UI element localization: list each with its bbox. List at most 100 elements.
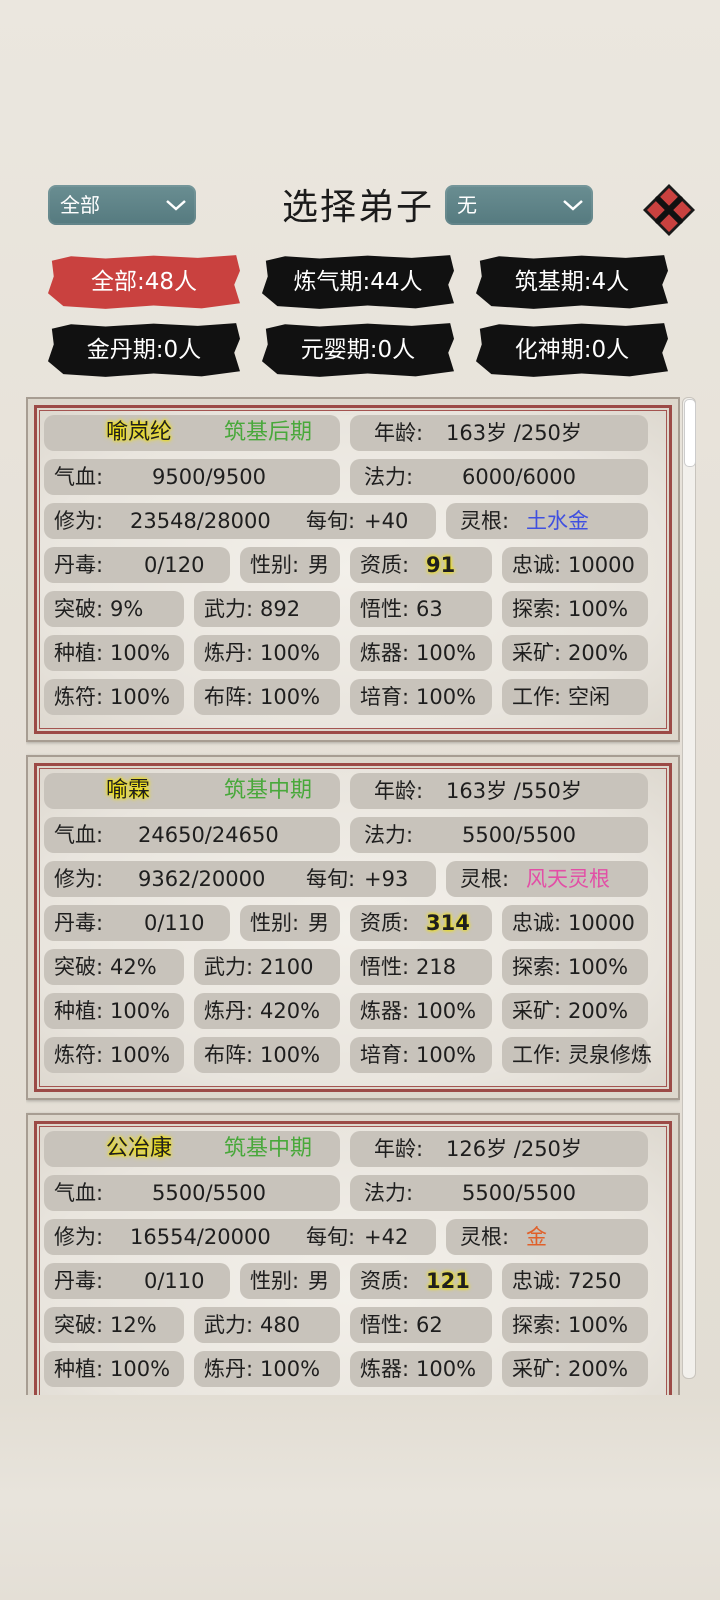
force-value: 892 xyxy=(260,597,301,621)
breed-value: 100% xyxy=(416,685,477,709)
alchemy-value: 100% xyxy=(260,1357,321,1381)
cultivation-label: 修为: xyxy=(54,509,104,533)
page-title: 选择弟子 xyxy=(282,187,435,228)
root-value: 土水金 xyxy=(526,509,589,533)
poison-value: 0/110 xyxy=(144,1269,205,1293)
aptitude-label: 资质: xyxy=(360,1269,410,1293)
name-cell: 喻岚纶 筑基后期 xyxy=(44,415,340,451)
scrollbar[interactable] xyxy=(682,397,696,1379)
forge-cell: 炼器: 100% xyxy=(350,993,492,1029)
mp-label: 法力: xyxy=(364,823,414,847)
mining-value: 200% xyxy=(568,999,629,1023)
age-label: 年龄: xyxy=(374,421,424,445)
force-cell: 武力: 480 xyxy=(194,1307,340,1343)
loyalty-value: 7250 xyxy=(568,1269,622,1293)
aptitude-cell: 资质: 121 xyxy=(350,1263,492,1299)
cultivation-value: 9362/20000 xyxy=(138,867,266,891)
explore-value: 100% xyxy=(568,1313,629,1337)
plant-label: 种植: xyxy=(54,1357,104,1381)
hp-value: 5500/5500 xyxy=(152,1181,266,1205)
disciple-name: 喻岚纶 xyxy=(106,420,173,445)
work-value: 空闲 xyxy=(568,685,610,709)
poison-cell: 丹毒: 0/110 xyxy=(44,905,230,941)
root-cell: 灵根: 风天灵根 xyxy=(446,861,648,897)
per-value: +42 xyxy=(364,1225,409,1249)
cultivation-cell: 修为: 23548/28000 每旬: +40 xyxy=(44,503,436,539)
poison-label: 丹毒: xyxy=(54,911,104,935)
explore-value: 100% xyxy=(568,597,629,621)
per-label: 每旬: xyxy=(306,1225,356,1249)
poison-label: 丹毒: xyxy=(54,1269,104,1293)
age-cell: 年龄: 163岁 /550岁 xyxy=(350,773,648,809)
cultivation-value: 23548/28000 xyxy=(130,509,271,533)
root-label: 灵根: xyxy=(460,867,510,891)
disciple-card[interactable]: 喻岚纶 筑基后期 年龄: 163岁 /250岁 气血: 9500/9500 法力: 6000/… xyxy=(26,397,680,742)
age-label: 年龄: xyxy=(374,779,424,803)
mining-label: 采矿: xyxy=(512,1357,562,1381)
gender-cell: 性别: 男 xyxy=(240,547,340,583)
gender-value: 男 xyxy=(308,911,329,935)
work-cell: 工作: 灵泉修炼 xyxy=(502,1037,652,1073)
age-label: 年龄: xyxy=(374,1137,424,1161)
disciple-card[interactable]: 公冶康 筑基中期 年龄: 126岁 /250岁 气血: 5500/5500 法力: 5500/… xyxy=(26,1113,680,1395)
aptitude-value: 314 xyxy=(426,911,470,935)
hp-label: 气血: xyxy=(54,1181,104,1205)
close-icon[interactable] xyxy=(641,182,697,238)
poison-cell: 丹毒: 0/110 xyxy=(44,1263,230,1299)
name-cell: 喻霖 筑基中期 xyxy=(44,773,340,809)
insight-cell: 悟性: 62 xyxy=(350,1307,492,1343)
tab-golden-core[interactable]: 金丹期:0人 xyxy=(48,323,240,377)
breed-label: 培育: xyxy=(360,685,410,709)
plant-cell: 种植: 100% xyxy=(44,635,184,671)
age-cell: 年龄: 126岁 /250岁 xyxy=(350,1131,648,1167)
gender-cell: 性别: 男 xyxy=(240,1263,340,1299)
realm-filter-select[interactable]: 全部 xyxy=(48,185,196,225)
alchemy-label: 炼丹: xyxy=(204,999,254,1023)
root-cell: 灵根: 土水金 xyxy=(446,503,648,539)
breakthrough-label: 突破: xyxy=(54,955,104,979)
loyalty-label: 忠诚: xyxy=(512,1269,562,1293)
talisman-cell: 炼符: 100% xyxy=(44,679,184,715)
disciple-realm: 筑基中期 xyxy=(224,778,313,803)
tab-qi-refining[interactable]: 炼气期:44人 xyxy=(262,255,454,309)
gender-value: 男 xyxy=(308,1269,329,1293)
tab-all[interactable]: 全部:48人 xyxy=(48,255,240,309)
tab-nascent-soul[interactable]: 元婴期:0人 xyxy=(262,323,454,377)
cultivation-cell: 修为: 16554/20000 每旬: +42 xyxy=(44,1219,436,1255)
work-label: 工作: xyxy=(512,1043,562,1067)
loyalty-value: 10000 xyxy=(568,553,635,577)
tab-spirit-transformation[interactable]: 化神期:0人 xyxy=(476,323,668,377)
loyalty-cell: 忠诚: 10000 xyxy=(502,547,648,583)
tab-foundation[interactable]: 筑基期:4人 xyxy=(476,255,668,309)
mp-value: 5500/5500 xyxy=(462,823,576,847)
explore-label: 探索: xyxy=(512,597,562,621)
cultivation-label: 修为: xyxy=(54,867,104,891)
sort-select[interactable]: 无 xyxy=(445,185,593,225)
aptitude-label: 资质: xyxy=(360,553,410,577)
mining-cell: 采矿: 200% xyxy=(502,993,648,1029)
aptitude-cell: 资质: 91 xyxy=(350,547,492,583)
disciple-list[interactable]: 喻岚纶 筑基后期 年龄: 163岁 /250岁 气血: 9500/9500 法力: 6000/… xyxy=(26,397,680,1395)
explore-label: 探索: xyxy=(512,955,562,979)
talisman-value: 100% xyxy=(110,1043,171,1067)
breakthrough-label: 突破: xyxy=(54,597,104,621)
talisman-value: 100% xyxy=(110,685,171,709)
scrollbar-thumb[interactable] xyxy=(684,399,696,467)
forge-label: 炼器: xyxy=(360,641,410,665)
formation-value: 100% xyxy=(260,1043,321,1067)
age-value: 126岁 /250岁 xyxy=(446,1137,582,1161)
mp-value: 6000/6000 xyxy=(462,465,576,489)
alchemy-label: 炼丹: xyxy=(204,1357,254,1381)
aptitude-value: 91 xyxy=(426,553,456,577)
cultivation-label: 修为: xyxy=(54,1225,104,1249)
breed-cell: 培育: 100% xyxy=(350,679,492,715)
talisman-cell: 炼符: 100% xyxy=(44,1037,184,1073)
mp-value: 5500/5500 xyxy=(462,1181,576,1205)
poison-value: 0/120 xyxy=(144,553,205,577)
root-value: 金 xyxy=(526,1225,547,1249)
disciple-card[interactable]: 喻霖 筑基中期 年龄: 163岁 /550岁 气血: 24650/24650 法力: 5500… xyxy=(26,755,680,1100)
mining-value: 200% xyxy=(568,1357,629,1381)
tab-label: 炼气期:44人 xyxy=(293,269,423,295)
root-value: 风天灵根 xyxy=(526,867,610,891)
breakthrough-value: 12% xyxy=(110,1313,157,1337)
